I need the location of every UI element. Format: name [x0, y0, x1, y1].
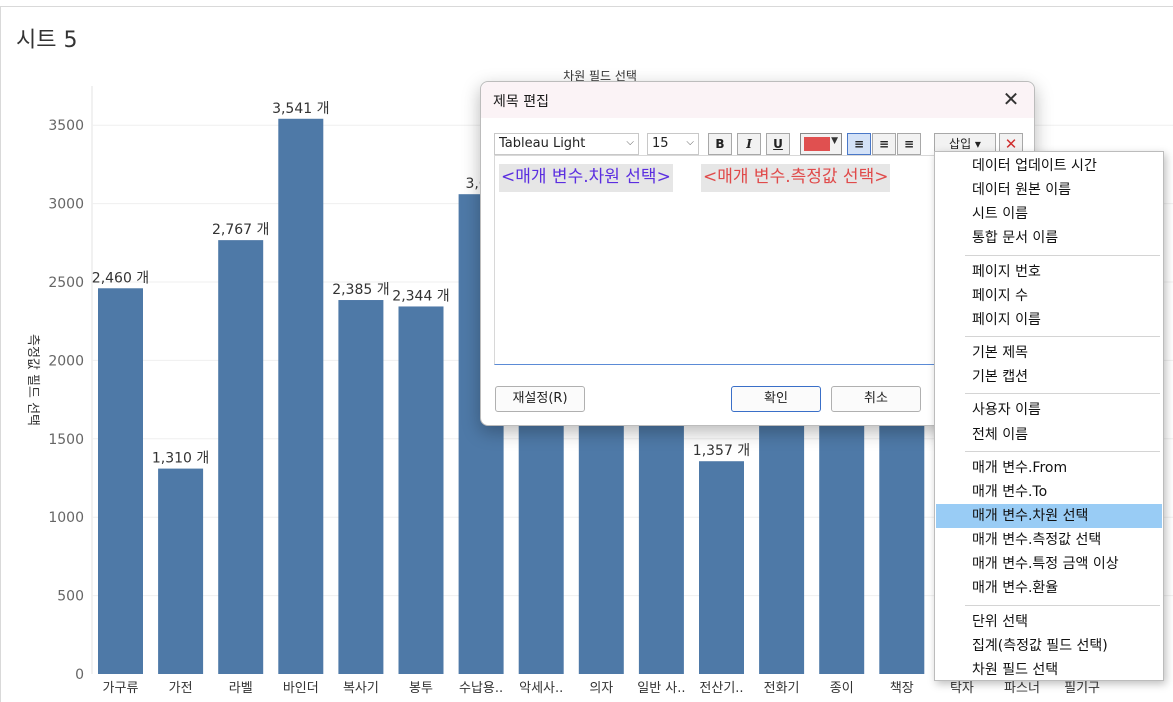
bar[interactable]	[398, 306, 444, 674]
menu-separator	[965, 336, 1160, 338]
x-tick-label: 복사기	[343, 681, 379, 696]
underline-button[interactable]: U	[766, 133, 790, 155]
data-label: 2,344 개	[392, 288, 449, 304]
x-tick-label: 탁자	[950, 681, 974, 696]
insert-menu-item[interactable]: 페이지 이름	[936, 308, 1162, 332]
dialog-title: 제목 편집	[493, 94, 549, 110]
ok-button[interactable]: 확인	[731, 386, 821, 412]
cancel-button[interactable]: 취소	[831, 386, 921, 412]
insert-menu-item[interactable]: 매개 변수.From	[936, 456, 1162, 480]
x-tick-label: 전산기..	[699, 681, 743, 696]
bar[interactable]	[278, 118, 324, 675]
x-tick-label: 파스너	[1004, 681, 1040, 696]
insert-menu-item[interactable]: 데이터 원본 이름	[936, 178, 1162, 202]
data-label: 3,541 개	[272, 101, 329, 117]
menu-separator	[965, 450, 1160, 452]
insert-menu-item[interactable]: 집계(측정값 필드 선택)	[936, 634, 1162, 658]
x-tick-label: 가구류	[103, 681, 139, 696]
x-tick-label: 전화기	[764, 681, 800, 696]
align-center-button[interactable]: ≡	[872, 133, 896, 155]
reset-button[interactable]: 재설정(R)	[495, 386, 585, 412]
y-tick-label: 2500	[48, 275, 84, 291]
x-tick-label: 바인더	[283, 681, 319, 696]
insert-menu-item[interactable]: 데이터 업데이트 시간	[936, 154, 1162, 178]
font-size-select[interactable]: 15 ⌵	[647, 133, 699, 155]
insert-menu-item[interactable]: 차원 필드 선택	[936, 658, 1162, 682]
x-tick-label: 일반 사..	[637, 681, 685, 696]
chevron-down-icon: ⌵	[686, 137, 694, 148]
bar[interactable]	[218, 240, 264, 674]
menu-separator	[965, 393, 1160, 395]
x-tick-label: 봉투	[409, 681, 433, 696]
font-size-value: 15	[652, 136, 669, 151]
color-swatch	[804, 137, 830, 151]
x-tick-label: 필기구	[1064, 681, 1100, 696]
insert-menu-item[interactable]: 시트 이름	[936, 202, 1162, 226]
data-label: 2,460 개	[92, 270, 149, 286]
insert-menu-item[interactable]: 매개 변수.To	[936, 480, 1162, 504]
x-tick-label: 의자	[589, 681, 613, 696]
insert-menu-item[interactable]: 매개 변수.차원 선택	[936, 503, 1162, 528]
dimension-parameter-token[interactable]: <매개 변수.차원 선택>	[499, 164, 673, 192]
menu-separator	[965, 604, 1160, 606]
chevron-down-icon: ⌵	[626, 137, 634, 148]
dialog-header: 제목 편집 ✕	[481, 82, 1034, 118]
insert-menu-item[interactable]: 기본 제목	[936, 341, 1162, 365]
bar[interactable]	[158, 468, 204, 674]
insert-menu: 데이터 업데이트 시간 데이터 원본 이름 시트 이름 통합 문서 이름 페이지 번호 페…	[934, 151, 1164, 681]
align-right-button[interactable]: ≡	[897, 133, 921, 155]
data-label: 2,767 개	[212, 222, 269, 238]
align-left-button[interactable]: ≡	[847, 133, 871, 155]
insert-menu-item[interactable]: 전체 이름	[936, 423, 1162, 447]
chevron-down-icon: ▼	[831, 136, 838, 146]
insert-menu-item[interactable]: 기본 캡션	[936, 365, 1162, 389]
x-tick-label: 수납용..	[459, 681, 503, 696]
close-icon[interactable]: ✕	[1000, 88, 1022, 110]
insert-menu-item[interactable]: 매개 변수.측정값 선택	[936, 528, 1162, 552]
y-tick-label: 2000	[48, 353, 84, 369]
font-family-select[interactable]: Tableau Light ⌵	[494, 133, 639, 155]
x-tick-label: 종이	[830, 681, 854, 696]
insert-menu-item[interactable]: 단위 선택	[936, 610, 1162, 634]
x-tick-label: 악세사..	[519, 681, 563, 696]
y-tick-label: 0	[75, 667, 84, 683]
bold-button[interactable]: B	[708, 133, 732, 155]
font-family-value: Tableau Light	[499, 136, 586, 151]
x-tick-label: 책장	[890, 681, 914, 696]
italic-button[interactable]: I	[737, 133, 761, 155]
insert-menu-item[interactable]: 매개 변수.환율	[936, 576, 1162, 600]
y-tick-label: 500	[57, 589, 84, 605]
x-tick-label: 가전	[169, 681, 193, 696]
insert-menu-item[interactable]: 페이지 수	[936, 284, 1162, 308]
bar[interactable]	[338, 300, 384, 674]
y-tick-label: 3000	[48, 197, 84, 213]
data-label: 2,385 개	[332, 282, 389, 298]
insert-menu-item[interactable]: 통합 문서 이름	[936, 226, 1162, 250]
y-tick-label: 1500	[48, 432, 84, 448]
bar[interactable]	[98, 288, 143, 674]
y-tick-label: 3500	[48, 118, 84, 134]
insert-menu-item[interactable]: 매개 변수.특정 금액 이상	[936, 552, 1162, 576]
text-color-button[interactable]: ▼	[800, 133, 842, 155]
insert-menu-item[interactable]: 사용자 이름	[936, 398, 1162, 422]
measure-parameter-token[interactable]: <매개 변수.측정값 선택>	[701, 164, 891, 192]
data-label: 1,310 개	[152, 451, 209, 467]
bar[interactable]	[699, 461, 744, 674]
menu-separator	[965, 254, 1160, 256]
y-axis-label: 측정값 필드 선택	[25, 334, 40, 426]
insert-menu-item[interactable]: 페이지 번호	[936, 260, 1162, 284]
x-tick-label: 라벨	[229, 681, 253, 696]
y-tick-label: 1000	[48, 510, 84, 526]
data-label: 1,357 개	[693, 443, 750, 459]
